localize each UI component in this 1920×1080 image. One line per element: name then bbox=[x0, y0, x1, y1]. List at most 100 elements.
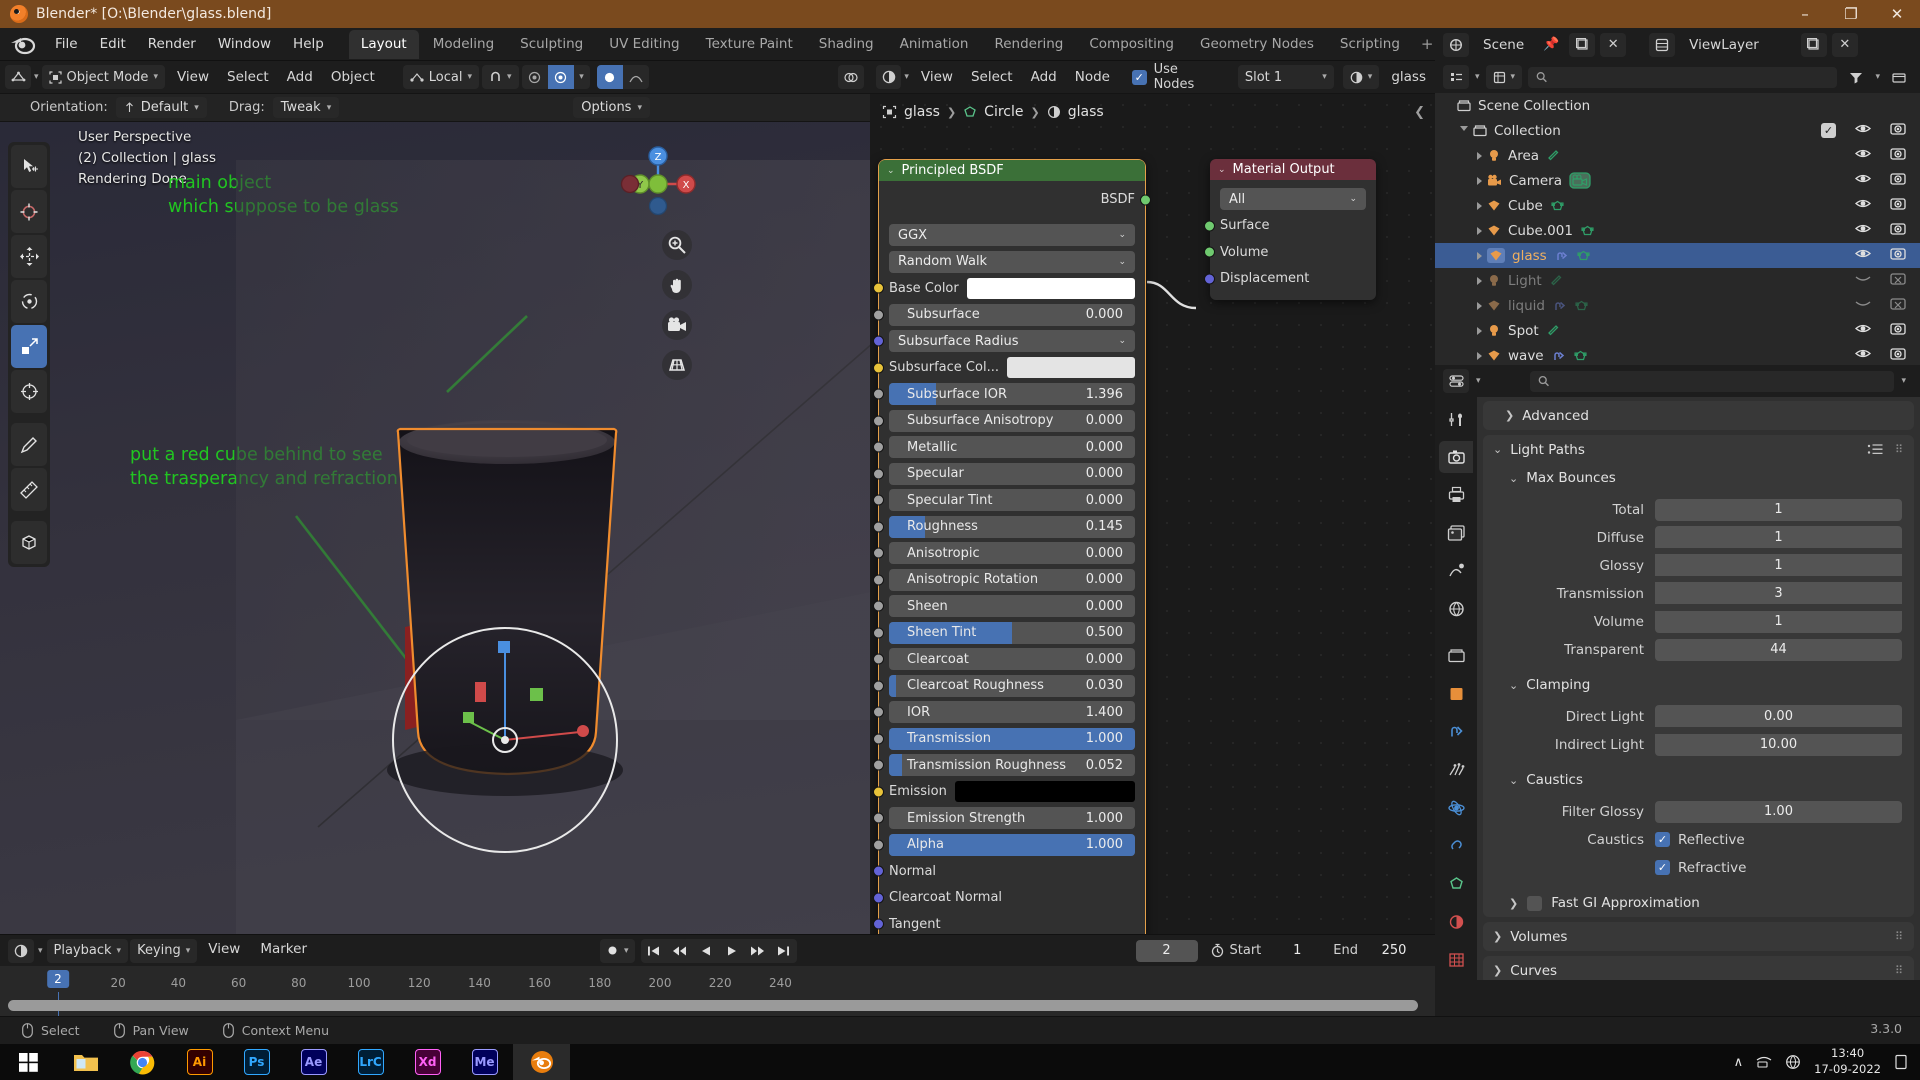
shading-curve-toggle[interactable] bbox=[623, 65, 649, 89]
expand-arrow-icon[interactable] bbox=[1477, 226, 1482, 235]
viewport-options-button[interactable]: Options ▾ bbox=[573, 97, 650, 118]
outliner-row-light[interactable]: Light bbox=[1435, 268, 1920, 293]
node-socket-specular-tint[interactable]: Specular Tint 0.000 bbox=[873, 488, 1135, 513]
disable-render-toggle[interactable] bbox=[1890, 172, 1906, 190]
caustics-reflective-toggle[interactable]: ✓ Reflective bbox=[1655, 832, 1745, 848]
node-socket-tangent[interactable]: Tangent bbox=[873, 912, 1135, 935]
hide-viewport-toggle[interactable] bbox=[1855, 272, 1871, 289]
timeline-horizontal-scrollbar[interactable] bbox=[8, 1000, 1418, 1011]
material-name-field[interactable]: glass bbox=[1382, 67, 1435, 87]
play-reverse-button[interactable] bbox=[693, 939, 719, 963]
panel-header-clamping[interactable]: ⌄ Clamping bbox=[1483, 671, 1914, 699]
timeline-playhead[interactable]: 2 bbox=[47, 970, 69, 988]
color-swatch[interactable] bbox=[1006, 357, 1135, 378]
camera-view-icon[interactable] bbox=[662, 310, 692, 340]
node-collapse-chevron-icon[interactable]: ⌄ bbox=[1218, 165, 1226, 175]
tab-texture[interactable] bbox=[1439, 944, 1473, 976]
node-socket-surface[interactable]: Surface bbox=[1204, 213, 1366, 238]
menu-file[interactable]: File bbox=[44, 32, 89, 56]
socket-dot[interactable] bbox=[873, 441, 884, 453]
chevron-down-icon[interactable]: ⌄ bbox=[1509, 774, 1518, 787]
node-socket-base-color[interactable]: Base Color bbox=[873, 276, 1135, 301]
outliner-row-cube-001[interactable]: Cube.001 bbox=[1435, 218, 1920, 243]
editor-type-3dview-icon[interactable] bbox=[5, 65, 31, 89]
workspace-tab-geometry-nodes[interactable]: Geometry Nodes bbox=[1188, 30, 1326, 59]
disable-render-toggle[interactable] bbox=[1890, 272, 1906, 290]
socket-dot[interactable] bbox=[1204, 246, 1215, 258]
node-collapse-chevron-icon[interactable]: ⌄ bbox=[887, 166, 895, 176]
falloff-chevron-icon[interactable]: ▾ bbox=[574, 65, 590, 89]
outliner-row-collection[interactable]: Collection ✓ bbox=[1435, 118, 1920, 143]
property-value[interactable]: 1 bbox=[1655, 554, 1902, 576]
tab-object-data[interactable] bbox=[1439, 868, 1473, 900]
expand-arrow-icon[interactable] bbox=[1477, 201, 1482, 210]
socket-dot[interactable] bbox=[873, 680, 884, 691]
pan-view-icon[interactable] bbox=[662, 270, 692, 300]
timeline-menu-view[interactable]: View bbox=[199, 939, 249, 963]
zoom-view-icon[interactable] bbox=[662, 230, 692, 260]
render-properties-panel[interactable]: ❯ Advanced ⌄ Light Paths ⠿ ⌄ Max Bounces Total 1… bbox=[1477, 397, 1920, 980]
refractive-checkbox[interactable]: ✓ bbox=[1655, 860, 1670, 875]
socket-dot[interactable] bbox=[873, 627, 884, 638]
timeline-menu-keying[interactable]: Keying ▾ bbox=[130, 938, 198, 963]
node-socket-normal[interactable]: Normal bbox=[873, 859, 1135, 884]
outliner-tree[interactable]: Scene Collection Collection ✓ Area Camera Cu… bbox=[1435, 93, 1920, 365]
node-header[interactable]: ⌄ Principled BSDF bbox=[879, 160, 1145, 181]
node-socket-clearcoat-roughness[interactable]: Clearcoat Roughness 0.030 bbox=[873, 673, 1135, 698]
tab-scene[interactable] bbox=[1439, 555, 1473, 587]
taskbar-start-button[interactable] bbox=[0, 1044, 57, 1080]
jump-to-start-button[interactable] bbox=[641, 939, 667, 963]
menu-edit[interactable]: Edit bbox=[89, 32, 137, 56]
fast-gi-checkbox[interactable] bbox=[1527, 895, 1543, 911]
socket-dot[interactable] bbox=[873, 653, 884, 665]
properties-type-chevron-icon[interactable]: ▾ bbox=[1476, 376, 1481, 386]
menu-window[interactable]: Window bbox=[207, 32, 282, 56]
property-value[interactable]: 44 bbox=[1655, 638, 1902, 661]
socket-dot[interactable] bbox=[873, 759, 884, 771]
node-socket-subsurface-col-[interactable]: Subsurface Col... bbox=[873, 355, 1135, 380]
orientation-field[interactable]: Default ▾ bbox=[115, 97, 207, 118]
panel-header-light-paths[interactable]: ⌄ Light Paths ⠿ bbox=[1483, 435, 1914, 464]
node-header[interactable]: ⌄ Material Output bbox=[1210, 159, 1376, 180]
tab-collection[interactable] bbox=[1439, 640, 1473, 672]
socket-dot[interactable] bbox=[873, 839, 884, 850]
taskbar-chrome[interactable] bbox=[114, 1044, 171, 1080]
tab-tool[interactable] bbox=[1439, 403, 1473, 435]
tab-modifiers[interactable] bbox=[1439, 716, 1473, 748]
node-socket-displacement[interactable]: Displacement bbox=[1204, 266, 1366, 291]
timeline-type-chevron-icon[interactable]: ▾ bbox=[38, 946, 43, 956]
socket-dot[interactable] bbox=[873, 468, 884, 479]
reflective-checkbox[interactable]: ✓ bbox=[1655, 832, 1670, 847]
expand-arrow-icon[interactable] bbox=[1477, 351, 1482, 360]
use-nodes-toggle[interactable]: ✓ Use Nodes bbox=[1131, 62, 1221, 92]
drag-dots-icon[interactable]: ⠿ bbox=[1895, 443, 1904, 456]
viewport-menu-select[interactable]: Select bbox=[218, 67, 278, 87]
hide-viewport-toggle[interactable] bbox=[1855, 197, 1871, 214]
node-socket-emission[interactable]: Emission bbox=[873, 779, 1135, 804]
socket-dot[interactable] bbox=[873, 600, 884, 612]
node-socket-ior[interactable]: IOR 1.400 bbox=[873, 700, 1135, 725]
shader-node-canvas[interactable]: glass ❯ Circle ❯ glass ❮ ⌄ Principled BSD… bbox=[870, 94, 1435, 934]
hide-viewport-toggle[interactable] bbox=[1855, 222, 1871, 239]
sidebar-collapse-icon[interactable]: ❮ bbox=[1414, 105, 1425, 120]
tab-material[interactable] bbox=[1439, 906, 1473, 938]
node-socket-emission-strength[interactable]: Emission Strength 1.000 bbox=[873, 806, 1135, 831]
disable-render-toggle[interactable] bbox=[1890, 347, 1906, 365]
end-frame-field[interactable]: 250 bbox=[1363, 940, 1425, 962]
close-button[interactable]: ✕ bbox=[1874, 0, 1920, 28]
disable-render-toggle[interactable] bbox=[1890, 197, 1906, 215]
workspace-tab-scripting[interactable]: Scripting bbox=[1328, 30, 1412, 59]
auto-keying-toggle[interactable]: ▾ bbox=[600, 938, 635, 963]
chevron-right-icon[interactable]: ❯ bbox=[1493, 964, 1502, 977]
drag-dots-icon[interactable]: ⠿ bbox=[1895, 930, 1904, 943]
minimize-button[interactable]: – bbox=[1782, 0, 1828, 28]
node-socket-roughness[interactable]: Roughness 0.145 bbox=[873, 514, 1135, 539]
menu-help[interactable]: Help bbox=[282, 32, 335, 56]
outliner-row-wave[interactable]: wave bbox=[1435, 343, 1920, 365]
outliner-row-spot[interactable]: Spot bbox=[1435, 318, 1920, 343]
expand-arrow-icon[interactable] bbox=[1460, 126, 1468, 135]
node-socket-transmission-roughness[interactable]: Transmission Roughness 0.052 bbox=[873, 753, 1135, 778]
outliner-row-area[interactable]: Area bbox=[1435, 143, 1920, 168]
chevron-right-icon[interactable]: ❯ bbox=[1493, 930, 1502, 943]
tab-view-layer[interactable] bbox=[1439, 517, 1473, 549]
